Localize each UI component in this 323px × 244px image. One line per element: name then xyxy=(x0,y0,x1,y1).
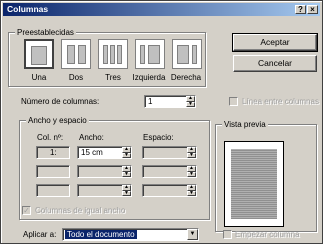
num-columns-label: Número de columnas: xyxy=(21,97,100,106)
spin-arrows-icon: ▲ ▼ xyxy=(122,185,131,196)
preset-one-button[interactable] xyxy=(24,39,54,69)
columns-dialog: Columnas ? × Preestablecidas Una Dos Tre… xyxy=(0,0,323,244)
preset-two-icon-col xyxy=(78,45,86,64)
spin-arrows-icon: ▲ ▼ xyxy=(187,166,196,177)
preset-left-icon xyxy=(140,45,145,64)
line-between-checkbox[interactable] xyxy=(229,97,238,106)
preset-left-icon-col2 xyxy=(148,45,160,64)
preset-right-button[interactable] xyxy=(172,39,202,69)
preset-two-button[interactable] xyxy=(61,39,91,69)
close-icon[interactable]: × xyxy=(307,5,318,14)
spacing-input-3: ▲ ▼ xyxy=(142,184,197,197)
chevron-down-icon[interactable]: ▼ xyxy=(187,229,198,240)
preset-right-icon xyxy=(177,45,189,64)
spacing-input: ▲ ▼ xyxy=(142,146,197,159)
preset-right-label: Derecha xyxy=(170,73,202,82)
preset-one-label: Una xyxy=(31,73,47,82)
preset-three-button[interactable] xyxy=(98,39,128,69)
width-input[interactable]: 15 cm ▲ ▼ xyxy=(77,146,132,159)
apply-to-label: Aplicar a: xyxy=(23,230,57,239)
apply-to-select[interactable]: Todo el documento ▼ xyxy=(62,228,199,241)
line-between-label: Línea entre columnas xyxy=(242,97,319,106)
equal-width-label: Columnas de igual ancho xyxy=(35,206,126,215)
col-number-value: 1: xyxy=(50,148,57,157)
preset-left-button[interactable] xyxy=(135,39,165,69)
preview-group-title: Vista previa xyxy=(222,119,268,130)
equal-width-checkbox[interactable]: ✓ xyxy=(22,206,31,215)
help-icon[interactable]: ? xyxy=(295,5,306,14)
col-number-header: Col. nº: xyxy=(37,133,64,142)
col-number-field: 1: xyxy=(36,146,70,159)
preset-three-icon xyxy=(103,45,108,64)
spin-arrows-icon: ▲ ▼ xyxy=(122,166,131,177)
num-columns-value: 1 xyxy=(148,97,153,106)
spin-arrows-icon[interactable]: ▲ ▼ xyxy=(186,96,195,107)
col-number-field-3 xyxy=(36,184,70,197)
num-columns-input[interactable]: 1 ▲ ▼ xyxy=(144,95,196,108)
cancel-button[interactable]: Cancelar xyxy=(233,55,317,72)
width-spacing-group-title: Ancho y espacio xyxy=(26,115,89,126)
width-header: Ancho: xyxy=(79,133,104,142)
width-input-2: ▲ ▼ xyxy=(77,165,132,178)
accept-button[interactable]: Aceptar xyxy=(232,33,318,52)
new-column-checkbox[interactable] xyxy=(223,230,232,239)
spacing-input-2: ▲ ▼ xyxy=(142,165,197,178)
spin-arrows-icon: ▲ ▼ xyxy=(187,147,196,158)
preset-three-label: Tres xyxy=(105,73,121,82)
preset-three-icon-col3 xyxy=(117,45,122,64)
width-value: 15 cm xyxy=(81,148,103,157)
preset-right-icon-col2 xyxy=(192,45,197,64)
preset-two-label: Dos xyxy=(68,73,84,82)
preset-one-icon xyxy=(31,46,47,65)
preset-two-icon xyxy=(67,45,75,64)
title-bar: Columnas ? × xyxy=(3,3,320,16)
spacing-header: Espacio: xyxy=(143,133,174,142)
presets-group-title: Preestablecidas xyxy=(15,27,76,38)
preset-left-label: Izquierda xyxy=(132,73,166,82)
spin-arrows-icon[interactable]: ▲ ▼ xyxy=(122,147,131,158)
spin-arrows-icon: ▲ ▼ xyxy=(187,185,196,196)
preview-page xyxy=(224,141,284,227)
dialog-title: Columnas xyxy=(7,4,49,14)
new-column-label: Empezar columna xyxy=(235,230,300,239)
width-input-3: ▲ ▼ xyxy=(77,184,132,197)
apply-to-value: Todo el documento xyxy=(65,230,137,239)
preview-column xyxy=(231,149,277,219)
preset-three-icon-col2 xyxy=(110,45,115,64)
col-number-field-2 xyxy=(36,165,70,178)
